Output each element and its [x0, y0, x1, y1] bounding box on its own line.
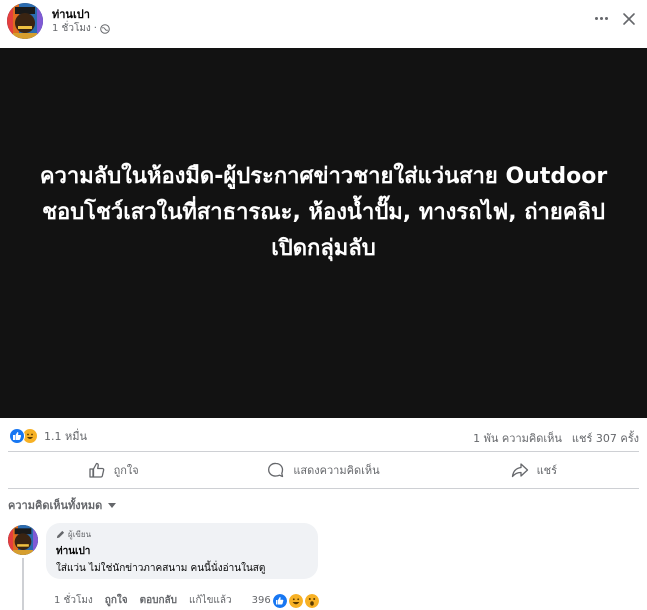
like-reaction-icon	[9, 428, 25, 444]
comment-time[interactable]: 1 ชั่วโมง	[54, 593, 93, 608]
public-globe-icon	[100, 23, 110, 34]
share-button[interactable]: แชร์	[429, 452, 639, 488]
dot-icon	[604, 16, 608, 20]
comment-icon	[268, 462, 284, 478]
sort-label: ความคิดเห็นทั้งหมด	[8, 499, 103, 512]
post-time[interactable]: 1 ชั่วโมง	[52, 21, 91, 36]
comment-count-link[interactable]: 1 พัน ความคิดเห็น	[473, 429, 562, 447]
comment-button[interactable]: แสดงความคิดเห็น	[218, 452, 428, 488]
reaction-summary[interactable]: 1.1 หมื่น	[9, 427, 87, 445]
author-badge: ผู้เขียน	[56, 528, 308, 541]
like-reaction-icon	[272, 593, 287, 608]
share-arrow-icon	[511, 463, 528, 478]
comment-label: แสดงความคิดเห็น	[293, 464, 380, 477]
dot-icon	[599, 16, 603, 20]
caret-down-icon	[108, 502, 117, 508]
like-label: ถูกใจ	[113, 464, 139, 477]
comment-actions: 1 ชั่วโมง ถูกใจ ตอบกลับ แก้ไขแล้ว 396	[54, 593, 319, 608]
share-count-link[interactable]: แชร์ 307 ครั้ง	[572, 429, 639, 447]
pencil-icon	[56, 530, 65, 539]
post-meta: 1 ชั่วโมง ·	[52, 21, 110, 36]
share-label: แชร์	[536, 464, 558, 477]
thumbs-up-icon	[88, 462, 104, 478]
comment-sort-dropdown[interactable]: ความคิดเห็นทั้งหมด	[8, 496, 117, 514]
post-actions: ถูกใจ แสดงความคิดเห็น แชร์	[8, 451, 639, 489]
edited-label[interactable]: แก้ไขแล้ว	[189, 593, 232, 608]
like-button[interactable]: ถูกใจ	[8, 452, 218, 488]
post-header: ท่านเปา 1 ชั่วโมง ·	[0, 0, 647, 48]
post-media[interactable]: ความลับในห้องมืด-ผู้ประกาศข่าวชายใส่แว่น…	[0, 48, 647, 418]
dot-icon	[594, 16, 598, 20]
comment-like-button[interactable]: ถูกใจ	[105, 593, 128, 608]
comment-author-name[interactable]: ท่านเปา	[56, 544, 308, 559]
reply-thread-line	[22, 558, 24, 610]
close-button[interactable]	[618, 8, 640, 30]
comment-reaction-summary[interactable]: 396	[251, 593, 319, 608]
reaction-count: 1.1 หมื่น	[44, 430, 88, 443]
meta-separator: ·	[93, 23, 97, 34]
author-badge-label: ผู้เขียน	[68, 530, 92, 539]
close-icon	[623, 13, 635, 25]
haha-reaction-icon	[288, 593, 303, 608]
comment-bubble: ผู้เขียน ท่านเปา ใส่แว่น ไม่ใช่นักข่าวภา…	[46, 523, 318, 579]
comment-text: ใส่แว่น ไม่ใช่นักข่าวภาคสนาม คนนี้นั่งอ่…	[56, 563, 266, 574]
comment-author-avatar[interactable]	[8, 525, 38, 555]
post-stats: 1.1 หมื่น 1 พัน ความคิดเห็น แชร์ 307 ครั…	[0, 422, 647, 450]
comment-reaction-count: 396	[251, 595, 271, 606]
more-options-button[interactable]	[590, 10, 612, 26]
wow-reaction-icon	[304, 593, 319, 608]
engagement-counts: 1 พัน ความคิดเห็น แชร์ 307 ครั้ง	[473, 429, 639, 447]
author-avatar[interactable]	[7, 3, 43, 39]
avatar-image	[7, 3, 43, 39]
comment-reply-button[interactable]: ตอบกลับ	[140, 593, 177, 608]
avatar-image	[8, 525, 38, 555]
media-text: ความลับในห้องมืด-ผู้ประกาศข่าวชายใส่แว่น…	[39, 164, 608, 261]
